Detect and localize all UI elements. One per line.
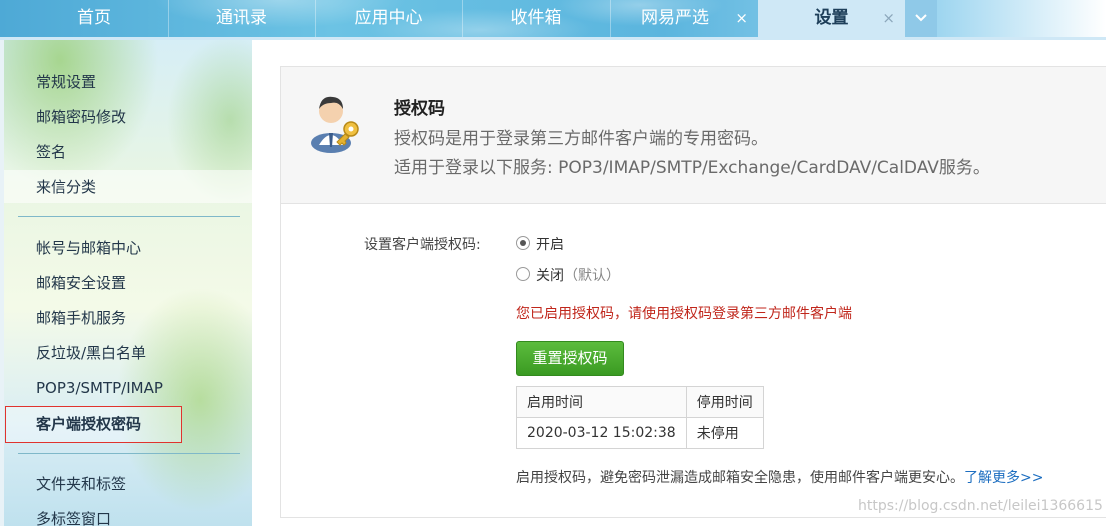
- radio-on-indicator[interactable]: [516, 236, 530, 250]
- cell-disable-time: 未停用: [685, 417, 764, 449]
- sidebar-item-client-auth[interactable]: 客户端授权密码: [36, 413, 141, 435]
- chevron-down-icon[interactable]: [905, 0, 937, 37]
- sidebar-item-security[interactable]: 邮箱安全设置: [36, 272, 126, 294]
- enabled-warning: 您已启用授权码，请使用授权码登录第三方邮件客户端: [516, 306, 852, 322]
- sidebar-item-account-center[interactable]: 帐号与邮箱中心: [36, 237, 141, 259]
- top-tab-bar: 首页 通讯录 应用中心 收件箱 网易严选 × 设置 ×: [0, 0, 1106, 37]
- sidebar-divider: [18, 453, 240, 454]
- tab-contacts[interactable]: 通讯录: [168, 0, 316, 37]
- header-enable-time: 启用时间: [516, 386, 687, 418]
- sidebar-item-antispam[interactable]: 反垃圾/黑白名单: [36, 342, 146, 364]
- sidebar-item-general[interactable]: 常规设置: [36, 71, 96, 93]
- table-row: 2020-03-12 15:02:38 未停用: [516, 417, 764, 449]
- user-key-icon: [311, 96, 359, 153]
- tab-inbox[interactable]: 收件箱: [462, 0, 611, 37]
- tab-yanxuan[interactable]: 网易严选 ×: [610, 0, 759, 37]
- reset-auth-code-button[interactable]: 重置授权码: [516, 341, 624, 376]
- sidebar-item-password[interactable]: 邮箱密码修改: [36, 106, 126, 128]
- radio-enable[interactable]: 开启: [516, 235, 564, 255]
- sidebar-item-mail-rules[interactable]: 来信分类: [36, 176, 96, 198]
- learn-more-link[interactable]: 了解更多>>: [964, 470, 1043, 486]
- auth-code-services: 适用于登录以下服务: POP3/IMAP/SMTP/Exchange/CardD…: [394, 158, 990, 178]
- table-header-row: 启用时间 停用时间: [516, 386, 764, 418]
- header-disable-time: 停用时间: [685, 386, 764, 418]
- sidebar-divider: [18, 216, 240, 217]
- auth-time-table: 启用时间 停用时间 2020-03-12 15:02:38 未停用: [516, 386, 764, 449]
- radio-disable[interactable]: 关闭（默认）: [516, 266, 620, 286]
- panel-header: 授权码 授权码是用于登录第三方邮件客户端的专用密码。 适用于登录以下服务: PO…: [281, 67, 1106, 204]
- close-icon[interactable]: ×: [882, 0, 895, 36]
- auth-code-description: 授权码是用于登录第三方邮件客户端的专用密码。: [394, 129, 768, 149]
- cell-enable-time: 2020-03-12 15:02:38: [516, 417, 687, 449]
- tab-home[interactable]: 首页: [20, 0, 169, 37]
- page-title: 授权码: [394, 99, 445, 119]
- auth-setting-label: 设置客户端授权码:: [364, 237, 481, 253]
- radio-off-indicator[interactable]: [516, 267, 530, 281]
- tab-app-center[interactable]: 应用中心: [315, 0, 463, 37]
- tab-settings[interactable]: 设置 ×: [758, 0, 906, 37]
- sidebar-item-folders-labels[interactable]: 文件夹和标签: [36, 473, 126, 495]
- sidebar-item-pop3[interactable]: POP3/SMTP/IMAP: [36, 377, 163, 399]
- watermark: https://blog.csdn.net/leilei1366615: [858, 498, 1103, 514]
- footer-note: 启用授权码，避免密码泄漏造成邮箱安全隐患，使用邮件客户端更安心。了解更多>>: [516, 470, 1044, 486]
- sidebar-item-multi-tab[interactable]: 多标签窗口: [36, 508, 111, 526]
- sidebar-item-mobile-service[interactable]: 邮箱手机服务: [36, 307, 126, 329]
- close-icon[interactable]: ×: [735, 0, 748, 36]
- sidebar-item-signature[interactable]: 签名: [36, 141, 66, 163]
- settings-sidebar: 常规设置 邮箱密码修改 签名 来信分类 帐号与邮箱中心 邮箱安全设置 邮箱手机服…: [0, 40, 252, 526]
- auth-code-panel: 授权码 授权码是用于登录第三方邮件客户端的专用密码。 适用于登录以下服务: PO…: [280, 66, 1106, 518]
